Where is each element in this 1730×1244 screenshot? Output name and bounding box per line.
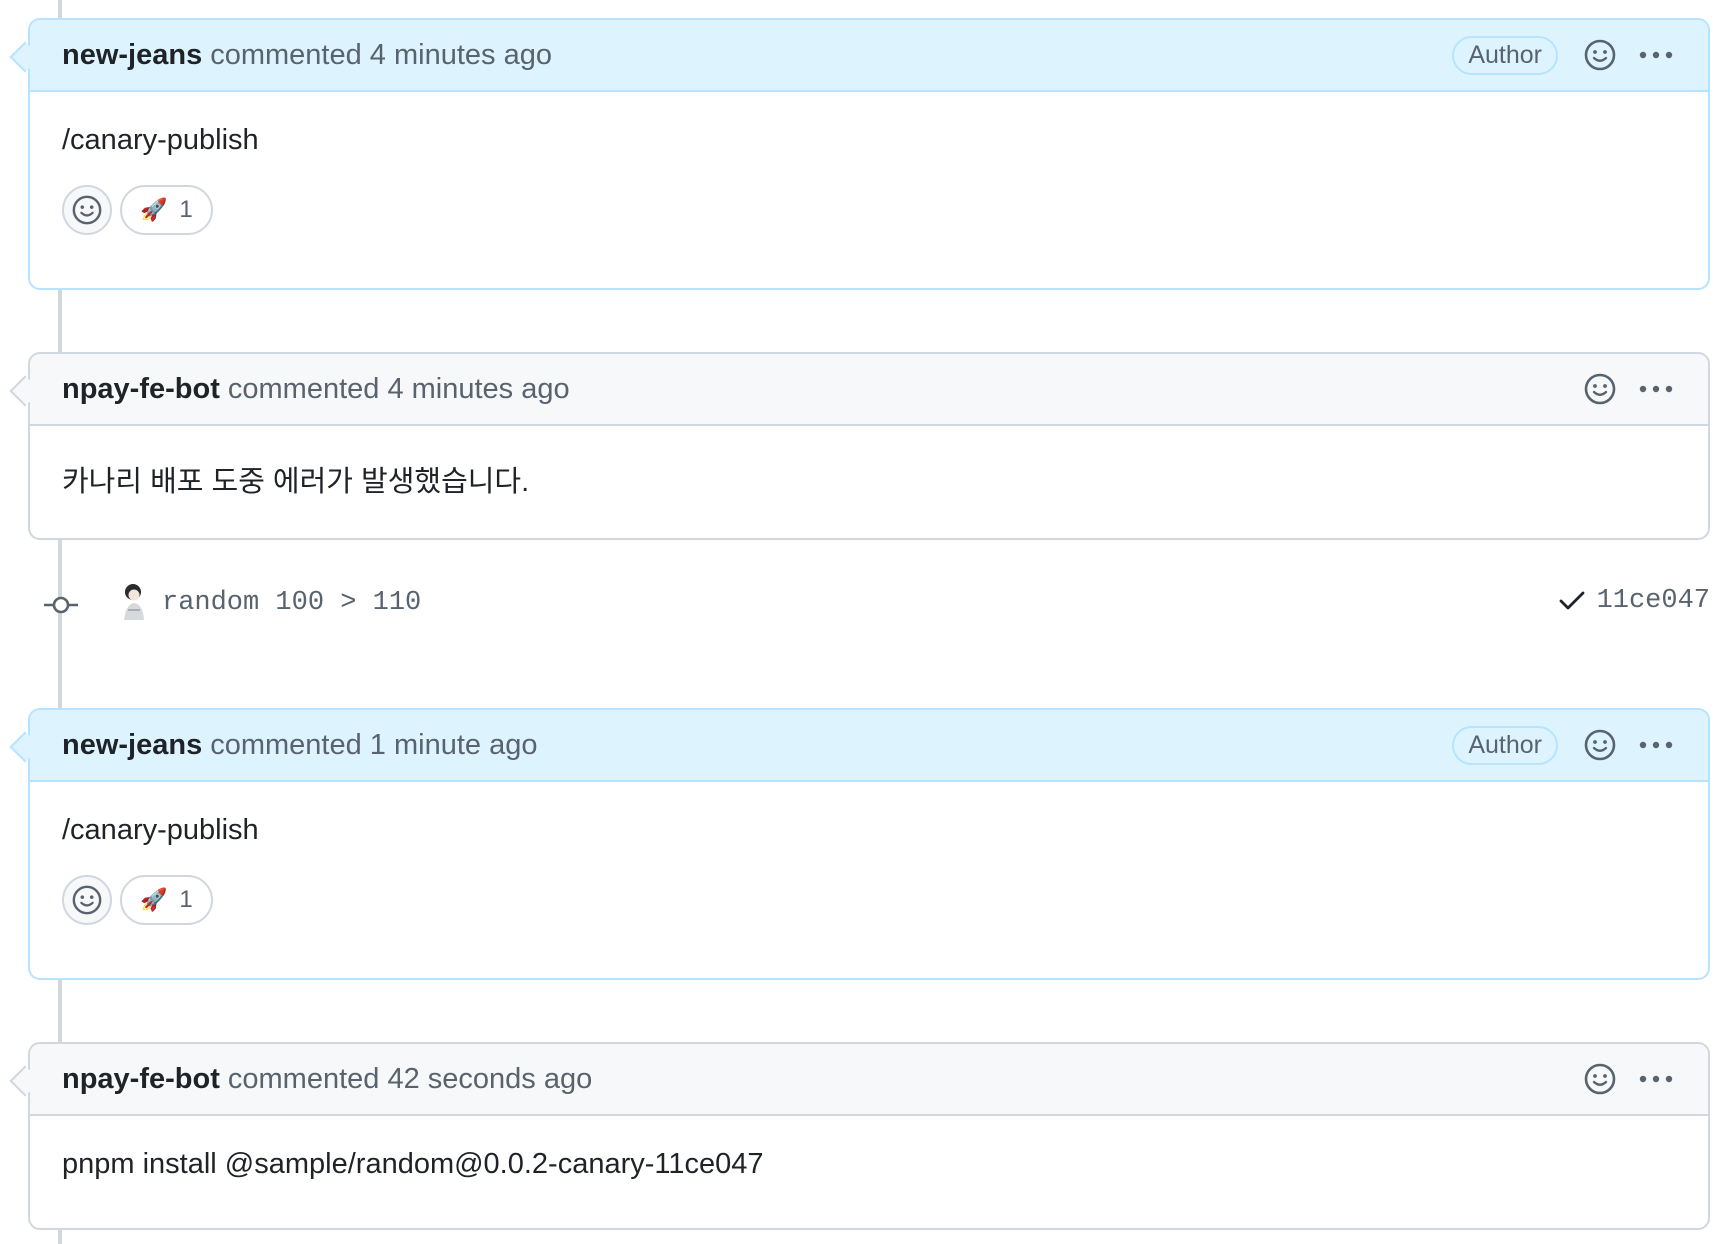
comment-author[interactable]: npay-fe-bot [62, 373, 220, 406]
comment-author[interactable]: new-jeans [62, 729, 202, 762]
commit-row: random 100 > 110 11ce047 [0, 580, 1710, 630]
comment-header-actions: Author [1452, 35, 1676, 75]
comment: new-jeans commented 1 minute ago Author … [9, 708, 1710, 980]
comment-timestamp[interactable]: commented 4 minutes ago [210, 39, 552, 72]
comment: new-jeans commented 4 minutes ago Author… [9, 18, 1710, 290]
kebab-horizontal-icon[interactable] [1636, 35, 1676, 75]
comment: npay-fe-bot commented 42 seconds ago pnp… [9, 1042, 1710, 1230]
reaction-rocket[interactable]: 🚀 1 [120, 875, 213, 925]
comment-author[interactable]: npay-fe-bot [62, 1063, 220, 1096]
smiley-icon[interactable] [1580, 35, 1620, 75]
reactions: 🚀 1 [62, 185, 1676, 235]
git-commit-icon [44, 590, 78, 625]
smiley-icon[interactable] [1580, 1059, 1620, 1099]
kebab-horizontal-icon[interactable] [1636, 725, 1676, 765]
comment-text: 카나리 배포 도중 에러가 발생했습니다. [62, 466, 530, 498]
commit-status: 11ce047 [1559, 586, 1710, 616]
comment-timestamp[interactable]: commented 4 minutes ago [228, 373, 570, 406]
rocket-icon: 🚀 [140, 887, 168, 912]
comment-header-actions: Author [1452, 725, 1676, 765]
comment-header: new-jeans commented 1 minute ago Author [30, 710, 1708, 782]
comment-body: /canary-publish 🚀 1 [30, 92, 1708, 265]
comment-text: pnpm install @sample/random@0.0.2-canary… [62, 1148, 764, 1180]
smiley-icon[interactable] [1580, 725, 1620, 765]
author-badge: Author [1452, 35, 1558, 75]
comment-timestamp[interactable]: commented 42 seconds ago [228, 1063, 592, 1096]
add-reaction-button[interactable] [62, 875, 112, 925]
kebab-horizontal-icon[interactable] [1636, 1059, 1676, 1099]
comment-text: /canary-publish [62, 814, 259, 846]
check-icon[interactable] [1559, 590, 1585, 612]
add-reaction-button[interactable] [62, 185, 112, 235]
smiley-icon[interactable] [1580, 369, 1620, 409]
comment-header: new-jeans commented 4 minutes ago Author [30, 20, 1708, 92]
author-badge: Author [1452, 725, 1558, 765]
comment-header: npay-fe-bot commented 4 minutes ago [30, 354, 1708, 426]
comment-body: 카나리 배포 도중 에러가 발생했습니다. [30, 426, 1708, 530]
reactions: 🚀 1 [62, 875, 1676, 925]
comment-header: npay-fe-bot commented 42 seconds ago [30, 1044, 1708, 1116]
comment-header-actions [1580, 1059, 1676, 1099]
comment-body: pnpm install @sample/random@0.0.2-canary… [30, 1116, 1708, 1211]
reaction-count: 1 [179, 886, 193, 913]
comment-timestamp[interactable]: commented 1 minute ago [210, 729, 537, 762]
reaction-rocket[interactable]: 🚀 1 [120, 185, 213, 235]
smiley-icon [72, 885, 102, 915]
comment: npay-fe-bot commented 4 minutes ago 카나리 … [9, 352, 1710, 540]
kebab-horizontal-icon[interactable] [1636, 369, 1676, 409]
smiley-icon [72, 195, 102, 225]
comment-body: /canary-publish 🚀 1 [30, 782, 1708, 955]
comment-text: /canary-publish [62, 124, 259, 156]
commit-sha-link[interactable]: 11ce047 [1597, 586, 1710, 616]
avatar[interactable] [112, 580, 156, 624]
reaction-count: 1 [179, 196, 193, 223]
commit-message[interactable]: random 100 > 110 [162, 588, 421, 618]
comment-header-actions [1580, 369, 1676, 409]
comment-author[interactable]: new-jeans [62, 39, 202, 72]
rocket-icon: 🚀 [140, 197, 168, 222]
